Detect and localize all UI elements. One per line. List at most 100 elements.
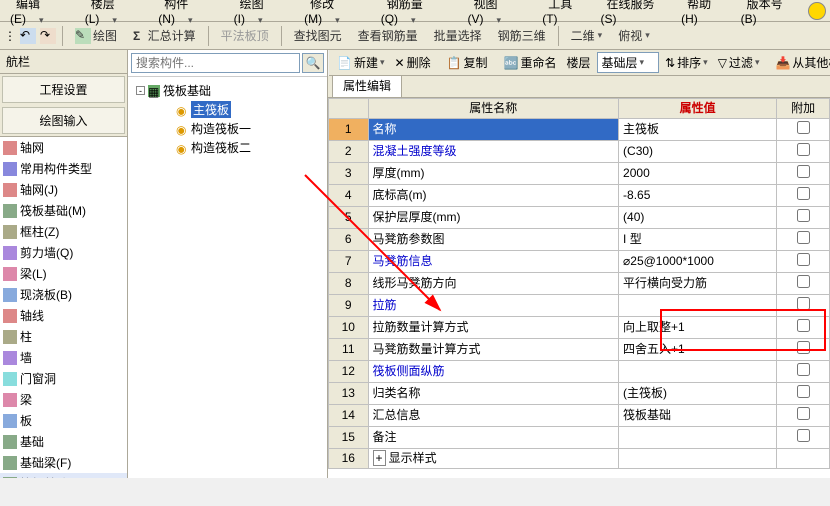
copyfrom-button[interactable]: 📥从其他楼层复制构件 <box>771 52 830 73</box>
rebar3d-button[interactable]: 钢筋三维 <box>492 25 552 46</box>
side-item-5[interactable]: 剪力墙(Q) <box>0 242 127 263</box>
menu-tool[interactable]: 工具(T) <box>536 0 594 28</box>
prop-value[interactable]: 四舍五入+1 <box>619 339 777 361</box>
new-button[interactable]: 📄新建▾ <box>333 52 389 73</box>
prop-row-6[interactable]: 6马凳筋参数图I 型 <box>329 229 830 251</box>
filter-button[interactable]: ▽过滤▾ <box>714 52 764 73</box>
search-input[interactable] <box>131 53 300 73</box>
tree-node-c2[interactable]: ◉构造筏板二 <box>132 138 323 157</box>
prop-check[interactable] <box>777 317 830 339</box>
prop-value[interactable]: 平行横向受力筋 <box>619 273 777 295</box>
find-button[interactable]: 查找图元 <box>288 25 348 46</box>
side-item-6[interactable]: 梁(L) <box>0 263 127 284</box>
prop-value[interactable]: ⌀25@1000*1000 <box>619 251 777 273</box>
prop-check[interactable] <box>777 449 830 469</box>
prop-name[interactable]: 拉筋 <box>368 295 619 317</box>
side-item-13[interactable]: 板 <box>0 410 127 431</box>
prop-value[interactable] <box>619 361 777 383</box>
side-item-15[interactable]: 基础梁(F) <box>0 452 127 473</box>
prop-value[interactable]: I 型 <box>619 229 777 251</box>
birdview-button[interactable]: 俯视▾ <box>612 25 656 46</box>
prop-row-11[interactable]: 11马凳筋数量计算方式四舍五入+1 <box>329 339 830 361</box>
prop-row-9[interactable]: 9拉筋 <box>329 295 830 317</box>
tree-root[interactable]: -▦筏板基础 <box>132 81 323 100</box>
2d-button[interactable]: 二维▾ <box>565 25 609 46</box>
side-item-4[interactable]: 框柱(Z) <box>0 221 127 242</box>
prop-name[interactable]: 备注 <box>368 427 619 449</box>
prop-value[interactable] <box>619 427 777 449</box>
sort-button[interactable]: ⇅排序▾ <box>661 52 712 73</box>
prop-name[interactable]: 保护层厚度(mm) <box>368 207 619 229</box>
menu-rebar[interactable]: 钢筋量(Q)▾ <box>375 0 462 28</box>
side-item-7[interactable]: 现浇板(B) <box>0 284 127 305</box>
prop-value[interactable]: 主筏板 <box>619 119 777 141</box>
prop-value[interactable]: (40) <box>619 207 777 229</box>
prop-name[interactable]: 拉筋数量计算方式 <box>368 317 619 339</box>
tree-node-main[interactable]: ◉主筏板 <box>132 100 323 119</box>
side-item-14[interactable]: 基础 <box>0 431 127 452</box>
prop-name[interactable]: 汇总信息 <box>368 405 619 427</box>
side-item-0[interactable]: 轴网 <box>0 137 127 158</box>
prop-check[interactable] <box>777 427 830 449</box>
rename-button[interactable]: 🔤重命名 <box>500 52 561 73</box>
prop-row-5[interactable]: 5保护层厚度(mm)(40) <box>329 207 830 229</box>
prop-check[interactable] <box>777 251 830 273</box>
prop-check[interactable] <box>777 163 830 185</box>
prop-value[interactable]: (C30) <box>619 141 777 163</box>
prop-row-8[interactable]: 8线形马凳筋方向平行横向受力筋 <box>329 273 830 295</box>
prop-value[interactable]: 向上取整+1 <box>619 317 777 339</box>
menu-version[interactable]: 版本号(B) <box>735 0 805 28</box>
side-item-10[interactable]: 墙 <box>0 347 127 368</box>
project-settings-button[interactable]: 工程设置 <box>2 76 125 103</box>
prop-check[interactable] <box>777 229 830 251</box>
prop-row-13[interactable]: 13归类名称(主筏板) <box>329 383 830 405</box>
menu-modify[interactable]: 修改(M)▾ <box>298 0 375 28</box>
prop-check[interactable] <box>777 295 830 317</box>
menu-draw[interactable]: 绘图(I)▾ <box>228 0 299 28</box>
prop-name[interactable]: 厚度(mm) <box>368 163 619 185</box>
prop-value[interactable]: -8.65 <box>619 185 777 207</box>
prop-name[interactable]: 底标高(m) <box>368 185 619 207</box>
prop-row-15[interactable]: 15备注 <box>329 427 830 449</box>
prop-row-16[interactable]: 16+显示样式 <box>329 449 830 469</box>
delete-button[interactable]: ✕删除 <box>391 52 435 73</box>
prop-name[interactable]: 马凳筋信息 <box>368 251 619 273</box>
menu-edit[interactable]: 编辑(E)▾ <box>4 0 79 28</box>
side-item-1[interactable]: 常用构件类型 <box>0 158 127 179</box>
tab-property-edit[interactable]: 属性编辑 <box>332 73 402 97</box>
prop-check[interactable] <box>777 361 830 383</box>
menu-online[interactable]: 在线服务(S) <box>595 0 676 28</box>
prop-name[interactable]: 马凳筋参数图 <box>368 229 619 251</box>
menu-member[interactable]: 构件(N)▾ <box>152 0 227 28</box>
floor-select[interactable]: 基础层▾ <box>597 52 660 73</box>
prop-value[interactable]: 筏板基础 <box>619 405 777 427</box>
prop-row-7[interactable]: 7马凳筋信息⌀25@1000*1000 <box>329 251 830 273</box>
prop-value[interactable]: 2000 <box>619 163 777 185</box>
prop-value[interactable] <box>619 449 777 469</box>
prop-check[interactable] <box>777 339 830 361</box>
menu-layer[interactable]: 楼层(L)▾ <box>79 0 153 28</box>
prop-name[interactable]: 归类名称 <box>368 383 619 405</box>
prop-row-10[interactable]: 10拉筋数量计算方式向上取整+1 <box>329 317 830 339</box>
prop-value[interactable]: (主筏板) <box>619 383 777 405</box>
side-item-11[interactable]: 门窗洞 <box>0 368 127 389</box>
batch-button[interactable]: 批量选择 <box>428 25 488 46</box>
prop-name[interactable]: 马凳筋数量计算方式 <box>368 339 619 361</box>
side-item-3[interactable]: 筏板基础(M) <box>0 200 127 221</box>
prop-row-14[interactable]: 14汇总信息筏板基础 <box>329 405 830 427</box>
side-item-2[interactable]: 轴网(J) <box>0 179 127 200</box>
prop-row-12[interactable]: 12筏板侧面纵筋 <box>329 361 830 383</box>
prop-row-2[interactable]: 2混凝土强度等级(C30) <box>329 141 830 163</box>
summary-button[interactable]: Σ 汇总计算 <box>127 25 202 46</box>
redo-icon[interactable]: ↷ <box>40 28 56 44</box>
copy-button[interactable]: 📋复制 <box>443 52 492 73</box>
prop-check[interactable] <box>777 405 830 427</box>
draw-input-button[interactable]: 绘图输入 <box>2 107 125 134</box>
prop-check[interactable] <box>777 185 830 207</box>
prop-check[interactable] <box>777 383 830 405</box>
prop-name[interactable]: +显示样式 <box>368 449 619 469</box>
prop-name[interactable]: 线形马凳筋方向 <box>368 273 619 295</box>
tree-node-c1[interactable]: ◉构造筏板一 <box>132 119 323 138</box>
prop-row-4[interactable]: 4底标高(m)-8.65 <box>329 185 830 207</box>
menu-view[interactable]: 视图(V)▾ <box>461 0 536 28</box>
